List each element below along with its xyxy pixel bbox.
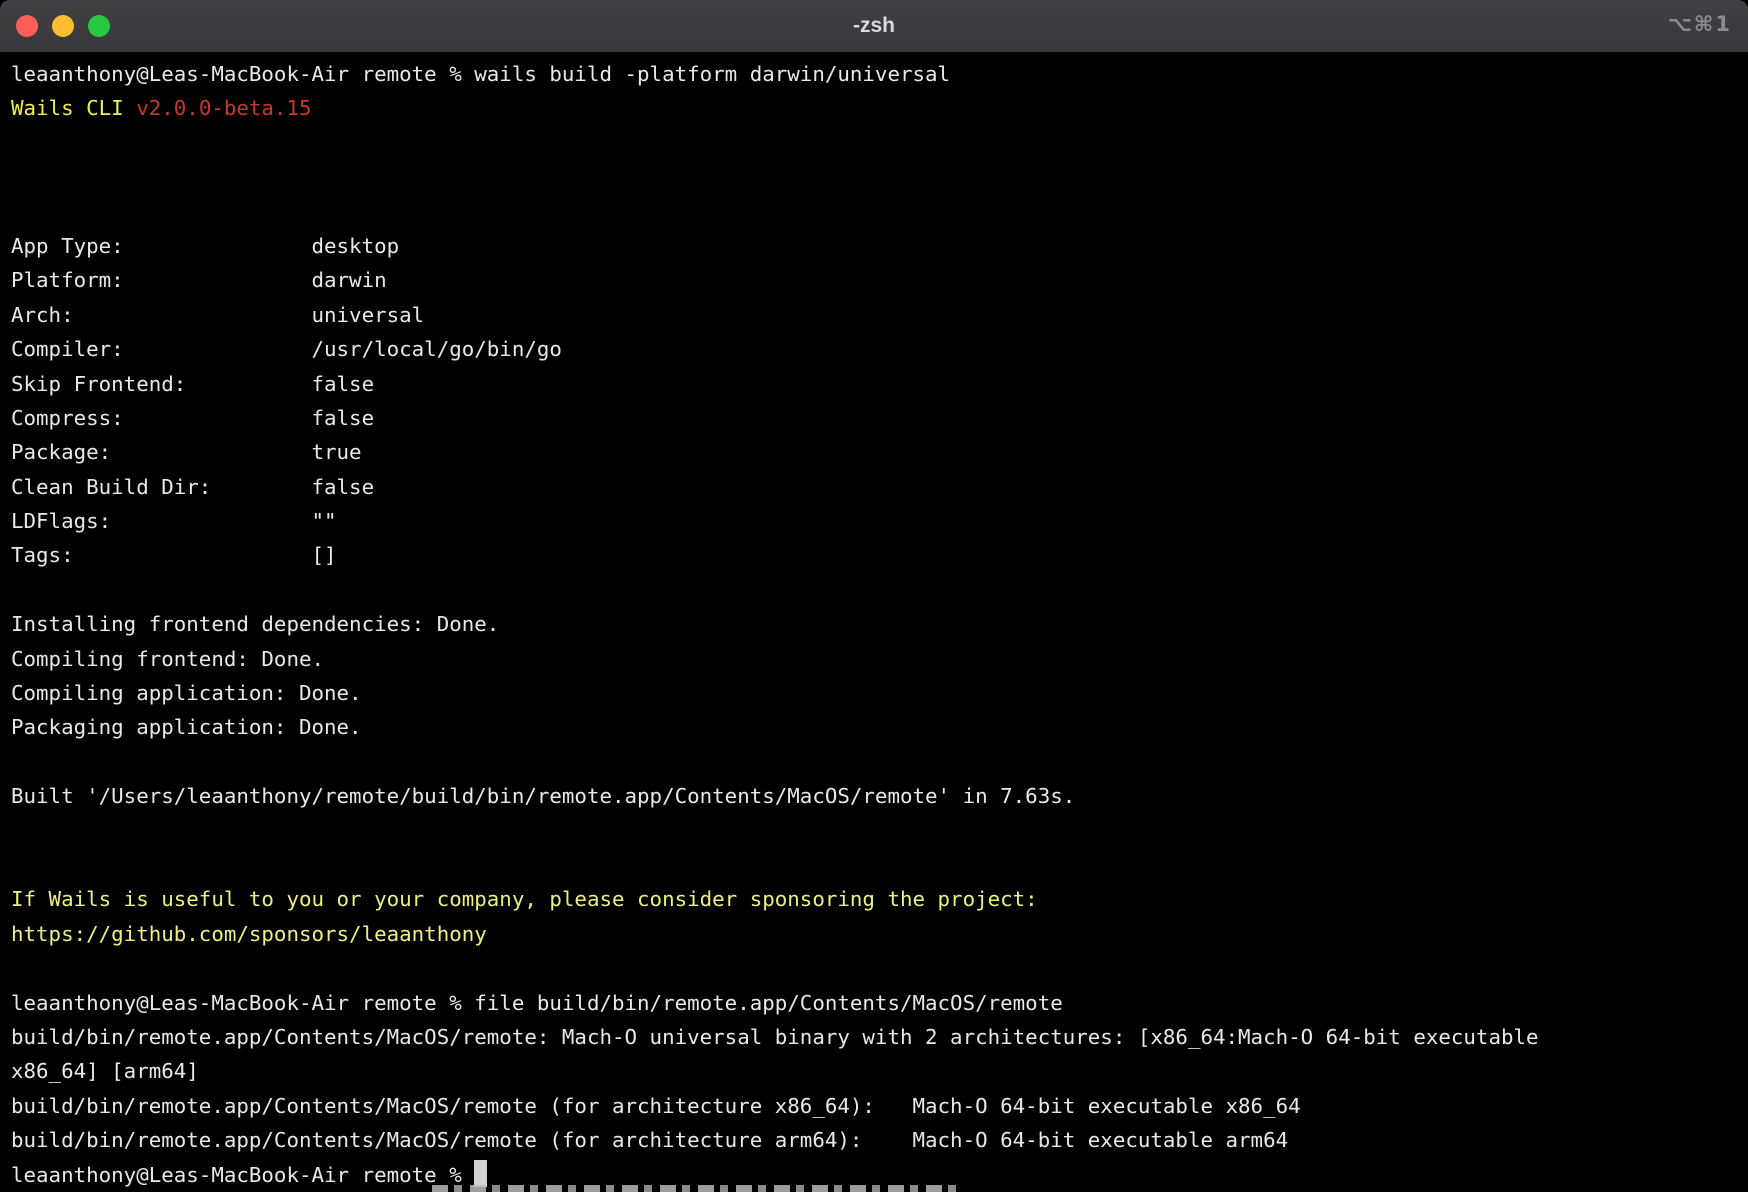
- terminal-text-segment: build/bin/remote.app/Contents/MacOS/remo…: [11, 1094, 1301, 1118]
- terminal-line: Installing frontend dependencies: Done.: [11, 607, 1748, 641]
- terminal-text-segment: Compiling application: Done.: [11, 681, 362, 705]
- text-cursor: [474, 1160, 487, 1187]
- terminal-text-segment: x86_64] [arm64]: [11, 1059, 199, 1083]
- terminal-screen[interactable]: leaanthony@Leas-MacBook-Air remote % wai…: [0, 52, 1748, 1192]
- terminal-line: Compiling application: Done.: [11, 676, 1748, 710]
- terminal-line: Compress: false: [11, 401, 1748, 435]
- terminal-text-segment: Platform: darwin: [11, 268, 387, 292]
- close-button[interactable]: [16, 15, 38, 37]
- clipped-text-fragments: [432, 1185, 957, 1192]
- terminal-line: App Type: desktop: [11, 229, 1748, 263]
- terminal-line: build/bin/remote.app/Contents/MacOS/remo…: [11, 1089, 1748, 1123]
- terminal-text-segment: build/bin/remote.app/Contents/MacOS/remo…: [11, 1025, 1539, 1049]
- terminal-text-segment: If Wails is useful to you or your compan…: [11, 887, 1038, 911]
- terminal-line: leaanthony@Leas-MacBook-Air remote % fil…: [11, 986, 1748, 1020]
- terminal-text-segment: LDFlags: "": [11, 509, 337, 533]
- terminal-line: build/bin/remote.app/Contents/MacOS/remo…: [11, 1020, 1748, 1054]
- minimize-button[interactable]: [52, 15, 74, 37]
- traffic-lights: [16, 15, 110, 37]
- shell-prompt: leaanthony@Leas-MacBook-Air remote %: [11, 1163, 474, 1187]
- terminal-line: Wails CLI v2.0.0-beta.15: [11, 91, 1748, 125]
- terminal-text-segment: Compress: false: [11, 406, 374, 430]
- terminal-line: x86_64] [arm64]: [11, 1054, 1748, 1088]
- terminal-text-segment: Compiling frontend: Done.: [11, 647, 324, 671]
- terminal-line: LDFlags: "": [11, 504, 1748, 538]
- keyboard-shortcut-badge: ⌥⌘1: [1668, 12, 1732, 36]
- terminal-text-segment: Built '/Users/leaanthony/remote/build/bi…: [11, 784, 1075, 808]
- terminal-line: If Wails is useful to you or your compan…: [11, 882, 1748, 916]
- terminal-text-segment: leaanthony@Leas-MacBook-Air remote % fil…: [11, 991, 1063, 1015]
- terminal-line: Arch: universal: [11, 298, 1748, 332]
- terminal-line: Compiling frontend: Done.: [11, 642, 1748, 676]
- terminal-line: [11, 814, 1748, 848]
- terminal-line: Compiler: /usr/local/go/bin/go: [11, 332, 1748, 366]
- terminal-line: Skip Frontend: false: [11, 367, 1748, 401]
- terminal-line: [11, 848, 1748, 882]
- terminal-line: [11, 160, 1748, 194]
- terminal-text-segment: Clean Build Dir: false: [11, 475, 374, 499]
- terminal-line: [11, 951, 1748, 985]
- terminal-line: [11, 195, 1748, 229]
- window-title: -zsh: [853, 14, 895, 38]
- terminal-line: Package: true: [11, 435, 1748, 469]
- terminal-line: Built '/Users/leaanthony/remote/build/bi…: [11, 779, 1748, 813]
- terminal-text-segment: Packaging application: Done.: [11, 715, 362, 739]
- terminal-text-segment: Package: true: [11, 440, 362, 464]
- terminal-line: Clean Build Dir: false: [11, 470, 1748, 504]
- zoom-button[interactable]: [88, 15, 110, 37]
- terminal-line: leaanthony@Leas-MacBook-Air remote % wai…: [11, 57, 1748, 91]
- terminal-line: [11, 126, 1748, 160]
- terminal-line: Tags: []: [11, 538, 1748, 572]
- terminal-text-segment: Skip Frontend: false: [11, 372, 374, 396]
- terminal-text-segment: Compiler: /usr/local/go/bin/go: [11, 337, 562, 361]
- terminal-text-segment: Arch: universal: [11, 303, 424, 327]
- terminal-line: [11, 745, 1748, 779]
- terminal-line: [11, 573, 1748, 607]
- sponsor-link[interactable]: https://github.com/sponsors/leaanthony: [11, 922, 487, 946]
- terminal-text-segment: Tags: []: [11, 543, 337, 567]
- terminal-line: Platform: darwin: [11, 263, 1748, 297]
- terminal-window: -zsh ⌥⌘1 leaanthony@Leas-MacBook-Air rem…: [0, 0, 1748, 1192]
- terminal-line: build/bin/remote.app/Contents/MacOS/remo…: [11, 1123, 1748, 1157]
- terminal-line: https://github.com/sponsors/leaanthony: [11, 917, 1748, 951]
- wails-cli-label: Wails CLI: [11, 96, 136, 120]
- terminal-text-segment: App Type: desktop: [11, 234, 399, 258]
- terminal-text-segment: build/bin/remote.app/Contents/MacOS/remo…: [11, 1128, 1288, 1152]
- terminal-line: Packaging application: Done.: [11, 710, 1748, 744]
- wails-version: v2.0.0-beta.15: [136, 96, 311, 120]
- terminal-text-segment: Installing frontend dependencies: Done.: [11, 612, 499, 636]
- title-bar[interactable]: -zsh ⌥⌘1: [0, 0, 1748, 53]
- terminal-text-segment: leaanthony@Leas-MacBook-Air remote % wai…: [11, 62, 950, 86]
